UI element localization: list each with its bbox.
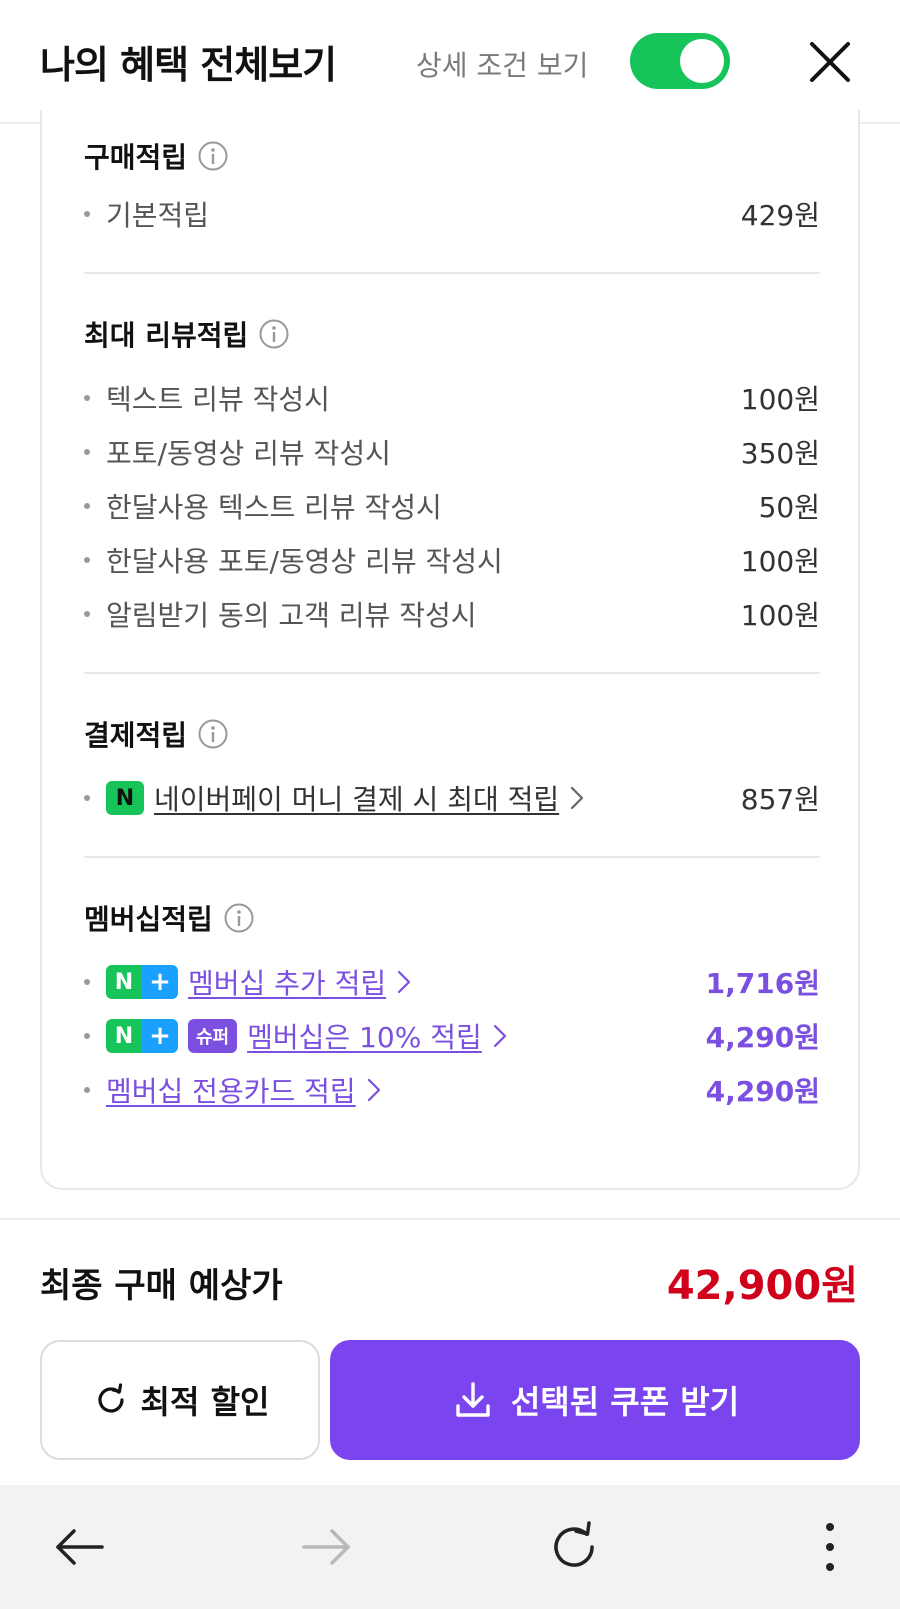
divider	[84, 856, 820, 858]
close-button[interactable]	[806, 38, 854, 86]
section-title-payment: 결제적립	[84, 714, 229, 754]
nplus-badge-icon: N +	[106, 965, 178, 999]
reload-button[interactable]	[544, 1517, 604, 1577]
section-title-review-text: 최대 리뷰적립	[84, 319, 249, 352]
summary-divider	[0, 1218, 900, 1220]
optimal-discount-button[interactable]: 최적 할인	[40, 1340, 320, 1460]
item-value: 1,716원	[705, 967, 820, 1000]
browser-nav-bar	[0, 1485, 900, 1609]
modal-header: 나의 혜택 전체보기 상세 조건 보기	[0, 0, 900, 124]
super-badge: 슈퍼	[188, 1019, 238, 1053]
download-icon	[456, 1382, 490, 1417]
bullet	[84, 395, 90, 401]
item-label: 한달사용 포토/동영상 리뷰 작성시	[106, 545, 503, 578]
get-coupons-button[interactable]: 선택된 쿠폰 받기	[330, 1340, 860, 1460]
bullet	[84, 557, 90, 563]
list-item: N + 슈퍼 멤버십은 10% 적립 4,290원	[84, 1016, 820, 1056]
membership-card-link[interactable]: 멤버십 전용카드 적립	[106, 1070, 356, 1110]
bullet	[84, 611, 90, 617]
item-label: 한달사용 텍스트 리뷰 작성시	[106, 491, 442, 524]
chevron-right-icon	[398, 970, 411, 994]
forward-button[interactable]	[296, 1517, 356, 1577]
info-icon[interactable]	[258, 318, 290, 350]
item-value: 429원	[740, 199, 820, 232]
divider	[84, 672, 820, 674]
membership-extra-link[interactable]: 멤버십 추가 적립	[188, 962, 386, 1002]
section-title-payment-text: 결제적립	[84, 719, 188, 752]
bullet	[84, 795, 90, 801]
list-item: 한달사용 텍스트 리뷰 작성시 50원	[84, 486, 820, 526]
nplus-badge-plus: +	[142, 965, 178, 999]
item-value: 4,290원	[705, 1075, 820, 1108]
final-price-value: 42,900원	[666, 1263, 858, 1309]
list-item: 텍스트 리뷰 작성시 100원	[84, 378, 820, 418]
nplus-badge-n: N	[106, 1019, 142, 1053]
item-value: 50원	[758, 491, 820, 524]
refresh-icon	[98, 1383, 124, 1413]
section-title-purchase-text: 구매적립	[84, 141, 188, 174]
chevron-right-icon	[367, 1078, 380, 1102]
npay-money-link[interactable]: 네이버페이 머니 결제 시 최대 적립	[154, 778, 559, 818]
list-item: 알림받기 동의 고객 리뷰 작성시 100원	[84, 594, 820, 634]
info-icon[interactable]	[223, 902, 255, 934]
item-value: 100원	[740, 383, 820, 416]
back-button[interactable]	[50, 1517, 110, 1577]
item-label: 포토/동영상 리뷰 작성시	[106, 437, 391, 470]
list-item: N + 멤버십 추가 적립 1,716원	[84, 962, 820, 1002]
chevron-right-icon	[571, 786, 584, 810]
refresh-icon	[554, 1521, 594, 1567]
divider	[84, 272, 820, 274]
benefits-card: 구매적립 기본적립 429원 최대 리뷰적립 텍스트 리뷰 작성시 100원 포…	[40, 110, 860, 1190]
bullet	[84, 503, 90, 509]
bullet	[84, 1033, 90, 1039]
item-value: 100원	[740, 545, 820, 578]
toggle-knob	[680, 39, 724, 83]
more-options-button[interactable]	[800, 1517, 860, 1577]
forward-arrow-icon	[302, 1529, 350, 1565]
chevron-right-icon	[493, 1024, 506, 1048]
list-item: N 네이버페이 머니 결제 시 최대 적립 857원	[84, 778, 820, 818]
detail-toggle-label: 상세 조건 보기	[416, 49, 589, 82]
list-item: 멤버십 전용카드 적립 4,290원	[84, 1070, 820, 1110]
bullet	[84, 211, 90, 217]
page-title: 나의 혜택 전체보기	[40, 43, 337, 87]
optimal-discount-label: 최적 할인	[140, 1383, 270, 1421]
close-icon	[810, 42, 850, 82]
item-value: 4,290원	[705, 1021, 820, 1054]
membership-10pct-link[interactable]: 멤버십은 10% 적립	[247, 1016, 482, 1056]
section-title-membership-text: 멤버십적립	[84, 903, 213, 936]
item-label: 텍스트 리뷰 작성시	[106, 383, 330, 416]
item-value: 350원	[740, 437, 820, 470]
item-label: 알림받기 동의 고객 리뷰 작성시	[106, 599, 477, 632]
get-coupons-label: 선택된 쿠폰 받기	[510, 1383, 740, 1421]
bullet	[84, 979, 90, 985]
nplus-badge-n: N	[106, 965, 142, 999]
bullet	[84, 1087, 90, 1093]
nplus-badge-plus: +	[142, 1019, 178, 1053]
more-vert-icon	[826, 1523, 834, 1571]
list-item: 한달사용 포토/동영상 리뷰 작성시 100원	[84, 540, 820, 580]
final-price-label: 최종 구매 예상가	[40, 1266, 283, 1306]
detail-toggle-switch[interactable]	[630, 33, 730, 89]
section-title-purchase: 구매적립	[84, 136, 229, 176]
item-value: 100원	[740, 599, 820, 632]
npay-badge-icon: N	[106, 781, 144, 815]
list-item: 포토/동영상 리뷰 작성시 350원	[84, 432, 820, 472]
info-icon[interactable]	[197, 718, 229, 750]
back-arrow-icon	[56, 1529, 104, 1565]
item-label: 기본적립	[106, 199, 210, 232]
bullet	[84, 449, 90, 455]
list-item: 기본적립 429원	[84, 194, 820, 234]
section-title-review: 최대 리뷰적립	[84, 314, 290, 354]
info-icon[interactable]	[197, 140, 229, 172]
item-value: 857원	[740, 783, 820, 816]
nplus-badge-icon: N +	[106, 1019, 178, 1053]
section-title-membership: 멤버십적립	[84, 898, 255, 938]
